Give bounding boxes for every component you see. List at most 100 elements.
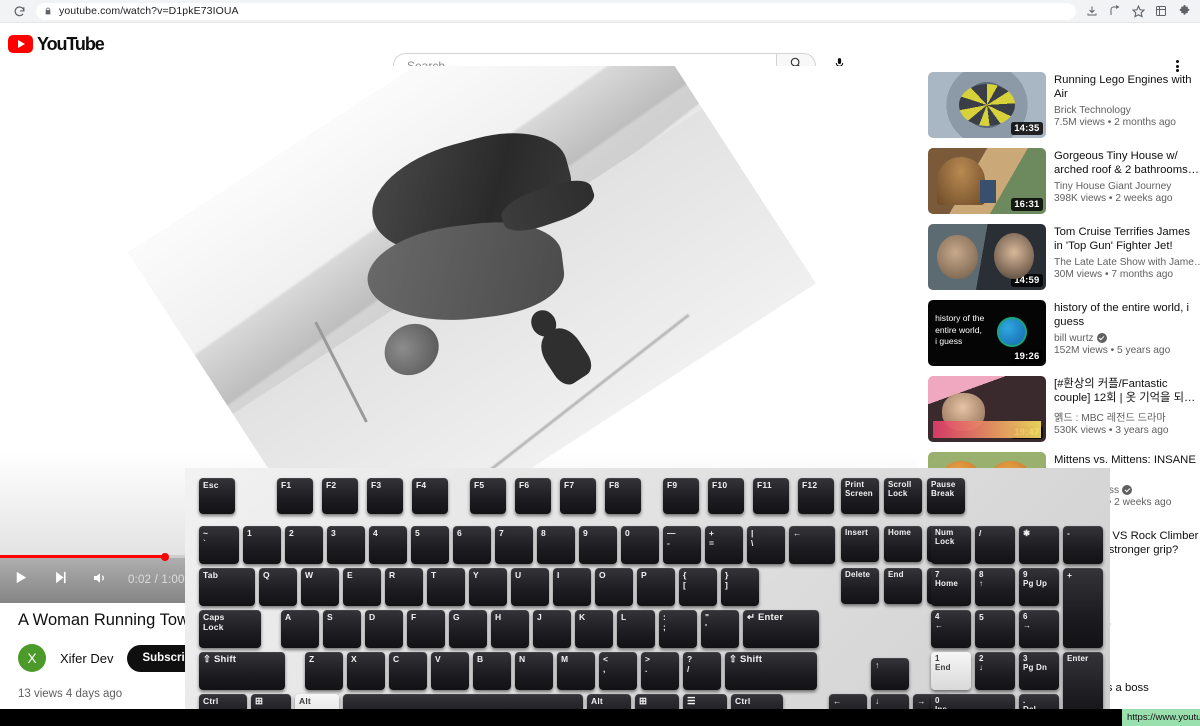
keyboard-key: A <box>281 610 319 648</box>
volume-button[interactable] <box>80 561 120 599</box>
suggestion-channel[interactable]: Tiny House Giant Journey <box>1054 181 1200 192</box>
progress-played <box>0 555 166 558</box>
keyboard-key: ~ ` <box>199 526 239 564</box>
keyboard-key: W <box>301 568 339 606</box>
keyboard-key: E <box>343 568 381 606</box>
keyboard-key: F4 <box>412 478 448 514</box>
keyboard-key: V <box>431 652 469 690</box>
keyboard-key: F9 <box>663 478 699 514</box>
status-bar-link-preview: https://www.youtube.c <box>1122 709 1200 726</box>
keyboard-key: P <box>637 568 675 606</box>
youtube-logo[interactable]: YouTube <box>8 33 105 55</box>
share-icon[interactable] <box>1105 1 1125 21</box>
suggestion-item[interactable]: 19:26 history of the entire world, i gues… <box>928 300 1200 366</box>
suggestion-info: Gorgeous Tiny House w/ arched roof & 2 b… <box>1054 148 1200 214</box>
avatar[interactable]: X <box>18 644 46 672</box>
keyboard-key: 9 <box>579 526 617 564</box>
keyboard-key: - <box>1063 526 1103 564</box>
address-bar-url: youtube.com/watch?v=D1pkE73IOUA <box>59 5 239 17</box>
keyboard-key: Caps Lock <box>199 610 261 648</box>
video-duration: 16:31 <box>1010 198 1043 211</box>
suggestion-item[interactable]: 19:47 [#환상의 커플/Fantastic couple] 12회 | 옷 … <box>928 376 1200 442</box>
keyboard-key: ← <box>789 526 835 564</box>
keyboard-key: F8 <box>605 478 641 514</box>
suggestion-item[interactable]: 16:31 Gorgeous Tiny House w/ arched roof … <box>928 148 1200 214</box>
suggestion-item[interactable]: 14:35 Running Lego Engines with Air Brick … <box>928 72 1200 138</box>
keyboard-key: ↑ <box>871 658 909 690</box>
suggestion-thumbnail[interactable]: 19:47 <box>928 376 1046 442</box>
keyboard-key: 1 <box>243 526 281 564</box>
keyboard-key: Scroll Lock <box>884 478 922 514</box>
suggestion-channel[interactable]: bill wurtz <box>1054 333 1200 344</box>
keyboard-key: F3 <box>367 478 403 514</box>
suggestion-info: history of the entire world, i guess bill… <box>1054 300 1200 366</box>
keyboard-key: Num Lock <box>931 526 971 564</box>
suggestion-channel[interactable]: The Late Late Show with Jame… <box>1054 257 1200 268</box>
youtube-watch-page: youtube.com/watch?v=D1pkE73IOUA YouTube <box>0 0 1200 726</box>
suggestion-meta: 530K views • 3 years ago <box>1054 424 1169 436</box>
keyboard-key: + = <box>705 526 743 564</box>
keyboard-key: F6 <box>515 478 551 514</box>
suggestion-info: Tom Cruise Terrifies James in 'Top Gun' … <box>1054 224 1200 290</box>
puzzle-extension-icon[interactable] <box>1174 1 1194 21</box>
keyboard-key: ? / <box>683 652 721 690</box>
suggestion-title[interactable]: Running Lego Engines with Air <box>1054 73 1200 102</box>
reload-icon[interactable] <box>8 0 30 22</box>
channel-name[interactable]: Xifer Dev <box>60 651 113 666</box>
install-app-icon[interactable] <box>1082 1 1102 21</box>
keyboard-key: F11 <box>753 478 789 514</box>
suggestion-title[interactable]: [#환상의 커플/Fantastic couple] 12회 | 옷 기억을 되… <box>1054 377 1200 406</box>
extensions-icon[interactable] <box>1151 1 1171 21</box>
suggestion-channel[interactable]: 옑드 : MBC 레전드 드라마 <box>1054 409 1200 424</box>
suggestion-title[interactable]: Tom Cruise Terrifies James in 'Top Gun' … <box>1054 225 1200 254</box>
keyboard-key: 4 ← <box>931 610 971 648</box>
suggestion-meta: 398K views • 2 weeks ago <box>1054 192 1173 204</box>
video-duration: 14:35 <box>1010 122 1043 135</box>
keyboard-key: Insert <box>841 526 879 562</box>
suggestion-title[interactable]: history of the entire world, i guess <box>1054 301 1200 330</box>
keyboard-key: Y <box>469 568 507 606</box>
suggestion-title[interactable]: Gorgeous Tiny House w/ arched roof & 2 b… <box>1054 149 1200 178</box>
keyboard-key: End <box>884 568 922 604</box>
suggestion-thumbnail[interactable]: 19:26 <box>928 300 1046 366</box>
suggestion-channel-name: 옑드 : MBC 레전드 드라마 <box>1054 412 1166 424</box>
suggestion-info: [#환상의 커플/Fantastic couple] 12회 | 옷 기억을 되… <box>1054 376 1200 442</box>
keyboard-key: } ] <box>721 568 759 606</box>
keyboard-key: R <box>385 568 423 606</box>
keyboard-key: 3 <box>327 526 365 564</box>
play-button[interactable] <box>0 561 40 599</box>
keyboard-key: 2 ↓ <box>975 652 1015 690</box>
keyboard-key: 6 → <box>1019 610 1059 648</box>
suggestion-thumbnail[interactable]: 14:59 <box>928 224 1046 290</box>
keyboard-key: 3 Pg Dn <box>1019 652 1059 690</box>
keyboard-key: Home <box>884 526 922 562</box>
suggestion-thumbnail[interactable]: 16:31 <box>928 148 1046 214</box>
next-button[interactable] <box>40 561 80 599</box>
browser-action-icons <box>1082 1 1194 21</box>
suggestion-channel-name: bill wurtz <box>1054 332 1094 344</box>
keyboard-key: N <box>515 652 553 690</box>
keyboard-key: Esc <box>199 478 235 514</box>
video-duration: 14:59 <box>1010 274 1043 287</box>
keyboard-key: < , <box>599 652 637 690</box>
keyboard-key: + <box>1063 568 1103 648</box>
page-bottom-strip <box>0 709 1122 726</box>
keyboard-key: ↵ Enter <box>743 610 819 648</box>
youtube-play-badge-icon <box>8 35 33 53</box>
suggestion-channel[interactable]: Brick Technology <box>1054 105 1200 116</box>
keyboard-key: " ' <box>701 610 739 648</box>
keyboard-key: O <box>595 568 633 606</box>
address-bar[interactable]: youtube.com/watch?v=D1pkE73IOUA <box>36 2 1076 20</box>
bookmark-star-icon[interactable] <box>1128 1 1148 21</box>
keyboard-key: F7 <box>560 478 596 514</box>
suggestion-meta: 7.5M views • 2 months ago <box>1054 116 1176 128</box>
suggestion-thumbnail[interactable]: 14:35 <box>928 72 1046 138</box>
control-row: 0:02 / 1:00 <box>0 561 185 599</box>
youtube-wordmark: YouTube <box>37 33 105 54</box>
keyboard-key: F12 <box>798 478 834 514</box>
suggestion-meta: 30M views • 7 months ago <box>1054 268 1174 280</box>
play-icon <box>13 570 28 590</box>
suggestion-item[interactable]: 14:59 Tom Cruise Terrifies James in 'Top … <box>928 224 1200 290</box>
progress-scrubber[interactable] <box>161 552 170 561</box>
volume-icon <box>92 570 108 591</box>
